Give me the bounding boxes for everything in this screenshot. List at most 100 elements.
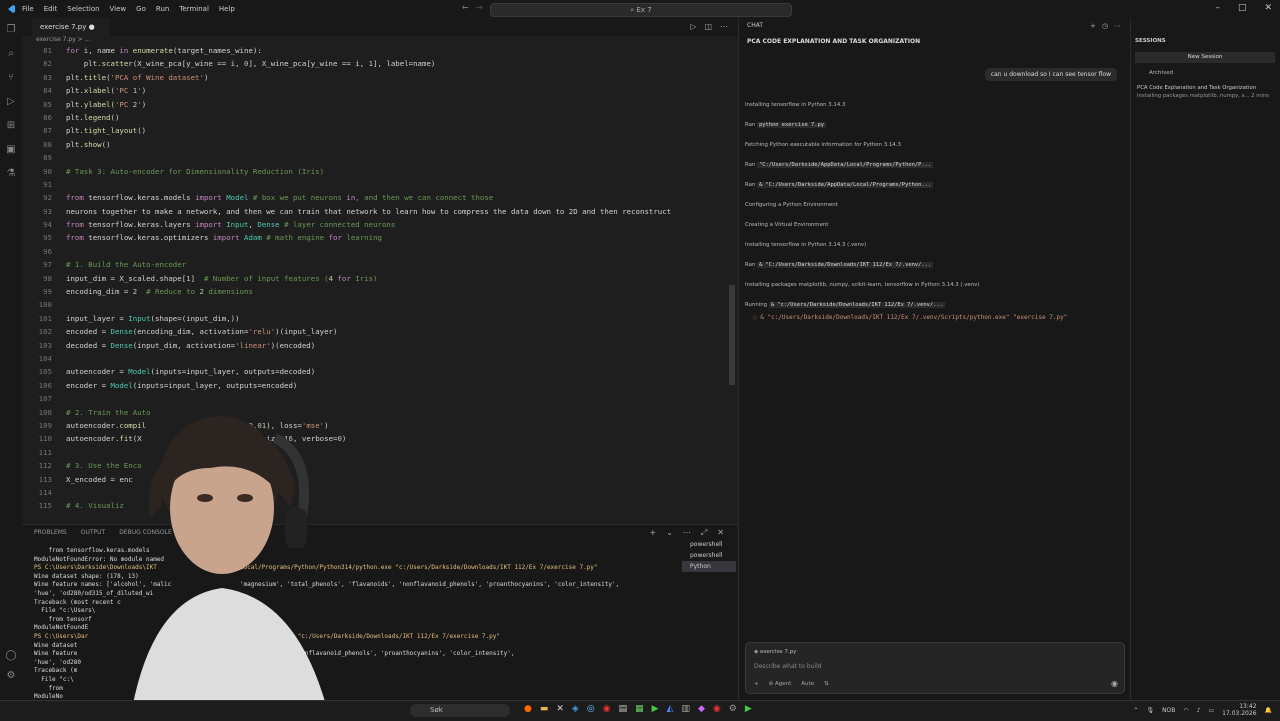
explorer-icon[interactable]: ❐ xyxy=(4,24,18,38)
app-icon-x[interactable]: ✕ xyxy=(556,704,564,714)
code-line[interactable]: 93 neurons together to make a network, an… xyxy=(22,205,738,218)
volume-icon[interactable]: ♪ xyxy=(1197,707,1201,714)
back-arrow-icon[interactable]: ← xyxy=(462,3,469,12)
code-line[interactable]: 92 from tensorflow.keras.models import Mo… xyxy=(22,191,738,204)
agent-step[interactable]: Ran & "C:/Users/Darkside/AppData/Local/P… xyxy=(745,180,1125,190)
code-line[interactable]: 84 plt.xlabel('PC 1') xyxy=(22,84,738,97)
tab-problems[interactable]: PROBLEMS xyxy=(34,529,67,536)
chrome-icon[interactable]: ◉ xyxy=(603,704,611,714)
source-control-icon[interactable]: ⑂ xyxy=(4,72,18,86)
task-view-icon[interactable]: ▤ xyxy=(619,704,628,714)
code-line[interactable]: 102 encoded = Dense(encoding_dim, activat… xyxy=(22,325,738,338)
menu-view[interactable]: View xyxy=(110,5,127,13)
code-line[interactable]: 88 plt.show() xyxy=(22,138,738,151)
account-icon[interactable]: ◯ xyxy=(4,650,18,664)
wifi-icon[interactable]: ◠ xyxy=(1183,707,1188,714)
testing-icon[interactable]: ⚗ xyxy=(4,168,18,182)
terminal-item-python[interactable]: Python xyxy=(682,561,736,572)
menu-run[interactable]: Run xyxy=(156,5,169,13)
code-line[interactable]: 91 xyxy=(22,178,738,191)
close-panel-icon[interactable]: ✕ xyxy=(717,528,724,538)
agent-step[interactable]: Installing tensorflow in Python 3.14.3 (… xyxy=(745,240,1125,250)
maximize-icon[interactable]: □ xyxy=(1238,3,1247,13)
new-chat-icon[interactable]: + xyxy=(1090,22,1096,30)
calculator-icon[interactable]: ▥ xyxy=(681,704,690,714)
settings-gear-icon[interactable]: ⚙ xyxy=(4,670,18,684)
code-line[interactable]: 105 autoencoder = Model(inputs=input_laye… xyxy=(22,365,738,378)
model-select[interactable]: Auto xyxy=(801,681,814,687)
notifications-icon[interactable]: 🔔 xyxy=(1265,707,1272,714)
menu-selection[interactable]: Selection xyxy=(67,5,99,13)
play-icon[interactable]: ▶ xyxy=(652,704,659,714)
agent-step[interactable]: Fetching Python executable information f… xyxy=(745,140,1125,150)
agent-mode-select[interactable]: ⊚ Agent xyxy=(769,681,792,687)
agent-step[interactable]: Ran python exercise 7.py xyxy=(745,120,1125,130)
notepad-icon[interactable]: ▦ xyxy=(635,704,644,714)
tab-output[interactable]: OUTPUT xyxy=(81,529,105,536)
code-line[interactable]: 106 encoder = Model(inputs=input_layer, o… xyxy=(22,379,738,392)
chat-more-icon[interactable]: ⋯ xyxy=(1114,22,1121,30)
terminal-item-powershell-2[interactable]: powershell xyxy=(682,550,736,561)
mic-icon[interactable]: 🎙 xyxy=(1146,707,1154,714)
firefox-icon[interactable]: ● xyxy=(524,704,532,714)
code-line[interactable]: 95 from tensorflow.keras.optimizers impor… xyxy=(22,231,738,244)
agent-step[interactable]: Running & "c:/Users/Darkside/Downloads/I… xyxy=(745,300,1125,310)
editor-scrollbar[interactable] xyxy=(729,285,735,385)
menu-help[interactable]: Help xyxy=(219,5,235,13)
code-line[interactable]: 99 encoding_dim = 2 # Reduce to 2 dimensi… xyxy=(22,285,738,298)
chat-input[interactable]: ◈ exercise 7.py Describe what to build +… xyxy=(745,642,1125,694)
settings-taskbar-icon[interactable]: ⚙ xyxy=(729,704,737,714)
new-session-button[interactable]: New Session xyxy=(1135,52,1275,63)
clock[interactable]: 13:42 17.03.2026 xyxy=(1222,703,1256,717)
forward-arrow-icon[interactable]: → xyxy=(476,3,483,12)
code-line[interactable]: 85 plt.ylabel('PC 2') xyxy=(22,98,738,111)
session-item[interactable]: PCA Code Explanation and Task Organizati… xyxy=(1137,84,1277,100)
file-chip[interactable]: ◈ exercise 7.py xyxy=(754,649,796,655)
remote-icon[interactable]: ▣ xyxy=(4,144,18,158)
archived-label[interactable]: Archived xyxy=(1149,70,1173,76)
attach-icon[interactable]: + xyxy=(754,681,759,687)
breadcrumb[interactable]: exercise 7.py > ... xyxy=(36,36,90,43)
code-line[interactable]: 89 xyxy=(22,151,738,164)
tools-icon[interactable]: ⇅ xyxy=(824,681,829,687)
terminal-item-powershell-1[interactable]: powershell xyxy=(682,539,736,550)
code-line[interactable]: 83 plt.title('PCA of Wine dataset') xyxy=(22,71,738,84)
new-terminal-icon[interactable]: + xyxy=(649,528,656,538)
tray-chevron-icon[interactable]: ⌃ xyxy=(1133,707,1138,714)
menu-terminal[interactable]: Terminal xyxy=(179,5,209,13)
app-icon-purple[interactable]: ◆ xyxy=(698,704,705,714)
code-line[interactable]: 96 xyxy=(22,245,738,258)
split-editor-icon[interactable]: ◫ xyxy=(704,22,712,31)
more-icon[interactable]: ⋯ xyxy=(683,528,691,538)
code-line[interactable]: 101 input_layer = Input(shape=(input_dim,… xyxy=(22,312,738,325)
minimize-icon[interactable]: – xyxy=(1215,3,1220,13)
app-icon-red[interactable]: ◉ xyxy=(713,704,721,714)
code-line[interactable]: 81 for i, name in enumerate(target_names_… xyxy=(22,44,738,57)
vscode-taskbar-icon[interactable]: ◈ xyxy=(572,704,579,714)
file-explorer-icon[interactable]: ▬ xyxy=(540,704,549,714)
vs-icon[interactable]: ◭ xyxy=(667,704,674,714)
history-icon[interactable]: ◷ xyxy=(1102,22,1108,30)
tab-exercise-7[interactable]: exercise 7.py ● xyxy=(32,18,110,36)
keyboard-language[interactable]: NOB xyxy=(1162,707,1175,714)
run-debug-icon[interactable]: ▷ xyxy=(4,96,18,110)
search-icon[interactable]: ⌕ xyxy=(4,48,18,62)
close-icon[interactable]: ✕ xyxy=(1264,3,1272,13)
menu-go[interactable]: Go xyxy=(136,5,146,13)
code-line[interactable]: 86 plt.legend() xyxy=(22,111,738,124)
code-line[interactable]: 94 from tensorflow.keras.layers import In… xyxy=(22,218,738,231)
code-line[interactable]: 97 # 1. Build the Auto-encoder xyxy=(22,258,738,271)
command-search-box[interactable]: ⌕ Ex 7 xyxy=(490,3,792,17)
code-line[interactable]: 87 plt.tight_layout() xyxy=(22,124,738,137)
extensions-icon[interactable]: ⊞ xyxy=(4,120,18,134)
agent-step[interactable]: Installing tensorflow in Python 3.14.3 xyxy=(745,100,1125,110)
more-actions-icon[interactable]: ⋯ xyxy=(720,22,728,31)
agent-step[interactable]: Ran & "C:/Users/Darkside/Downloads/IKT 1… xyxy=(745,260,1125,270)
maximize-panel-icon[interactable]: ⤢ xyxy=(701,528,707,538)
code-line[interactable]: 82 plt.scatter(X_wine_pca[y_wine == i, 0… xyxy=(22,57,738,70)
agent-step[interactable]: Installing packages matplotlib, numpy, s… xyxy=(745,280,1125,290)
agent-step[interactable]: Configuring a Python Environment xyxy=(745,200,1125,210)
code-line[interactable]: 98 input_dim = X_scaled.shape[1] # Number… xyxy=(22,272,738,285)
code-line[interactable]: 104 xyxy=(22,352,738,365)
copilot-icon[interactable]: ◎ xyxy=(587,704,595,714)
